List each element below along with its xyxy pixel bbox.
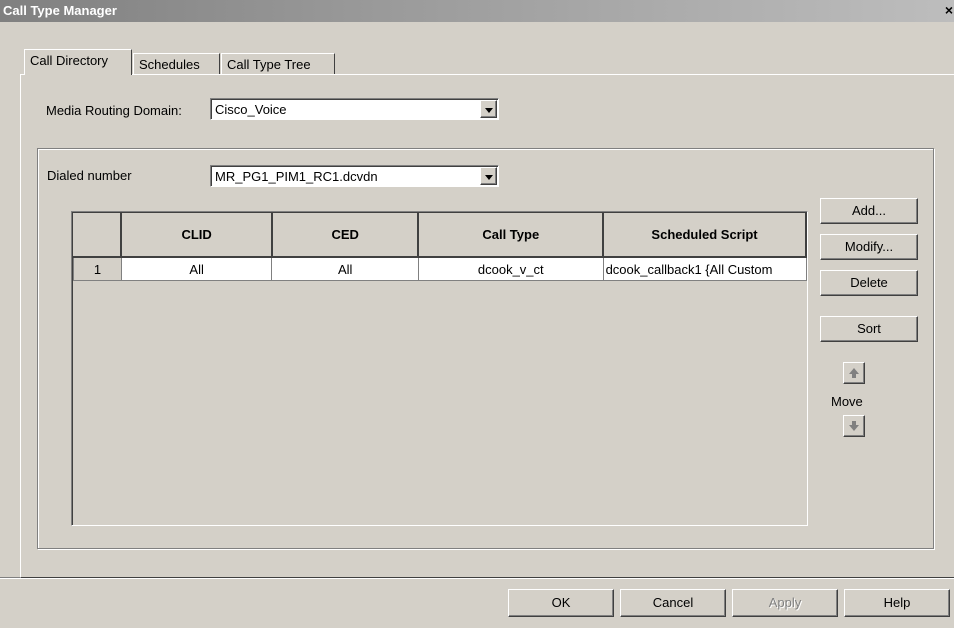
- call-directory-table[interactable]: CLID CED Call Type Scheduled Script 1 Al…: [71, 211, 808, 526]
- tab-call-directory[interactable]: Call Directory: [24, 49, 132, 75]
- move-label: Move: [831, 394, 863, 409]
- tab-call-type-tree[interactable]: Call Type Tree: [221, 53, 335, 75]
- apply-button[interactable]: Apply: [732, 589, 838, 617]
- ced-header[interactable]: CED: [271, 213, 420, 258]
- chevron-down-icon[interactable]: [480, 100, 497, 118]
- media-routing-domain-label: Media Routing Domain:: [46, 103, 182, 118]
- title-bar: Call Type Manager ×: [0, 0, 954, 22]
- scheduled-script-cell[interactable]: dcook_callback1 {All Custom: [602, 256, 807, 281]
- tab-schedules[interactable]: Schedules: [133, 53, 220, 75]
- call-type-cell[interactable]: dcook_v_ct: [417, 256, 604, 281]
- add-button[interactable]: Add...: [820, 198, 918, 224]
- cancel-button[interactable]: Cancel: [620, 589, 726, 617]
- modify-button[interactable]: Modify...: [820, 234, 918, 260]
- close-icon[interactable]: ×: [942, 1, 954, 19]
- sort-button[interactable]: Sort: [820, 316, 918, 342]
- tab-label: Call Directory: [30, 53, 109, 68]
- dialed-number-label: Dialed number: [47, 168, 132, 183]
- scheduled-script-header[interactable]: Scheduled Script: [603, 213, 807, 258]
- move-up-button[interactable]: [843, 362, 865, 384]
- help-button[interactable]: Help: [844, 589, 950, 617]
- dialed-number-select[interactable]: MR_PG1_PIM1_RC1.dcvdn: [210, 165, 499, 187]
- window-title: Call Type Manager: [3, 3, 117, 18]
- chevron-down-icon[interactable]: [480, 167, 497, 185]
- table-row[interactable]: 1 All All dcook_v_ct dcook_callback1 {Al…: [73, 256, 807, 281]
- row-number-header: [73, 213, 123, 258]
- clid-cell[interactable]: All: [120, 256, 273, 281]
- arrow-down-icon: [849, 421, 859, 431]
- move-down-button[interactable]: [843, 415, 865, 437]
- row-number: 1: [73, 256, 122, 281]
- media-routing-domain-value: Cisco_Voice: [215, 102, 287, 117]
- arrow-up-icon: [849, 368, 859, 378]
- tab-label: Schedules: [139, 57, 200, 72]
- table-header-row: CLID CED Call Type Scheduled Script: [73, 213, 807, 258]
- ok-button[interactable]: OK: [508, 589, 614, 617]
- delete-button[interactable]: Delete: [820, 270, 918, 296]
- call-type-header[interactable]: Call Type: [418, 213, 605, 258]
- tab-label: Call Type Tree: [227, 57, 311, 72]
- clid-header[interactable]: CLID: [121, 213, 273, 258]
- ced-cell[interactable]: All: [271, 256, 419, 281]
- dialed-number-value: MR_PG1_PIM1_RC1.dcvdn: [215, 169, 378, 184]
- media-routing-domain-select[interactable]: Cisco_Voice: [210, 98, 499, 120]
